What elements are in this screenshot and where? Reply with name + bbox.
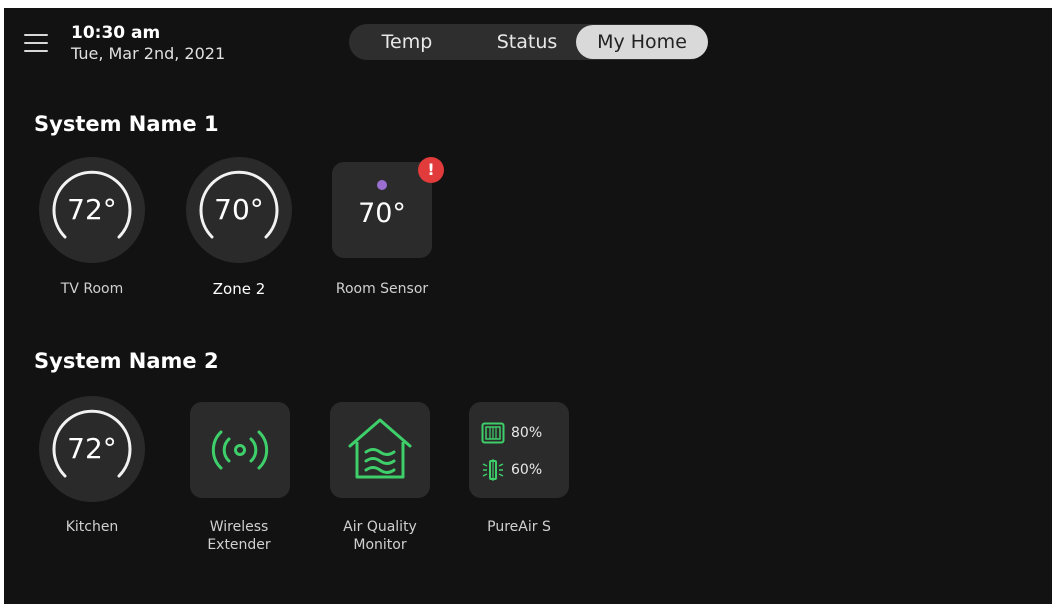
- device-label-air-quality-monitor: Air Quality Monitor: [310, 518, 450, 554]
- hamburger-icon[interactable]: [24, 32, 50, 54]
- thermostat-temp: 70°: [214, 193, 264, 226]
- clock-date: Tue, Mar 2nd, 2021: [71, 44, 226, 63]
- sensor-status-dot: [377, 180, 387, 190]
- label-line: Extender: [207, 537, 271, 553]
- room-sensor-tile[interactable]: 70°: [332, 162, 432, 258]
- filter-icon: [481, 422, 505, 444]
- filter-value: 80%: [511, 425, 543, 441]
- device-label-zone-2: Zone 2: [212, 280, 266, 298]
- device-label-pureair: PureAir S: [487, 519, 551, 535]
- wireless-extender-tile[interactable]: [190, 402, 290, 498]
- house-air-icon: [348, 418, 412, 479]
- tab-bar: Temp Status My Home: [349, 24, 708, 60]
- pureair-tile[interactable]: 80% 60%: [469, 402, 569, 498]
- tab-status[interactable]: Status: [477, 24, 577, 60]
- air-quality-monitor-tile[interactable]: [330, 402, 430, 498]
- alert-icon[interactable]: !: [418, 157, 444, 183]
- label-line: Wireless: [209, 519, 269, 535]
- home-screen: 10:30 am Tue, Mar 2nd, 2021 Temp Status …: [4, 8, 1052, 604]
- uv-lamp-icon: [482, 459, 504, 481]
- device-label-room-sensor: Room Sensor: [335, 281, 429, 297]
- device-label-wireless-extender: Wireless Extender: [169, 518, 309, 554]
- tab-temp[interactable]: Temp: [357, 24, 457, 60]
- device-label-tv-room: TV Room: [60, 281, 124, 297]
- sensor-temp: 70°: [358, 198, 406, 229]
- tab-my-home[interactable]: My Home: [576, 25, 708, 59]
- label-line: Air Quality: [343, 519, 417, 535]
- thermostat-kitchen[interactable]: 72°: [39, 396, 145, 502]
- label-line: Monitor: [353, 537, 407, 553]
- system-2-title: System Name 2: [34, 349, 219, 373]
- clock-time: 10:30 am: [71, 23, 161, 43]
- thermostat-tv-room[interactable]: 72°: [39, 157, 145, 263]
- device-label-kitchen: Kitchen: [65, 519, 119, 535]
- uv-status: 60%: [481, 458, 542, 482]
- thermostat-temp: 72°: [67, 432, 117, 465]
- system-1-title: System Name 1: [34, 112, 219, 136]
- filter-status: 80%: [481, 422, 542, 444]
- wireless-signal-icon: [211, 430, 269, 470]
- thermostat-zone-2[interactable]: 70°: [186, 157, 292, 263]
- thermostat-temp: 72°: [67, 193, 117, 226]
- uv-value: 60%: [511, 462, 543, 478]
